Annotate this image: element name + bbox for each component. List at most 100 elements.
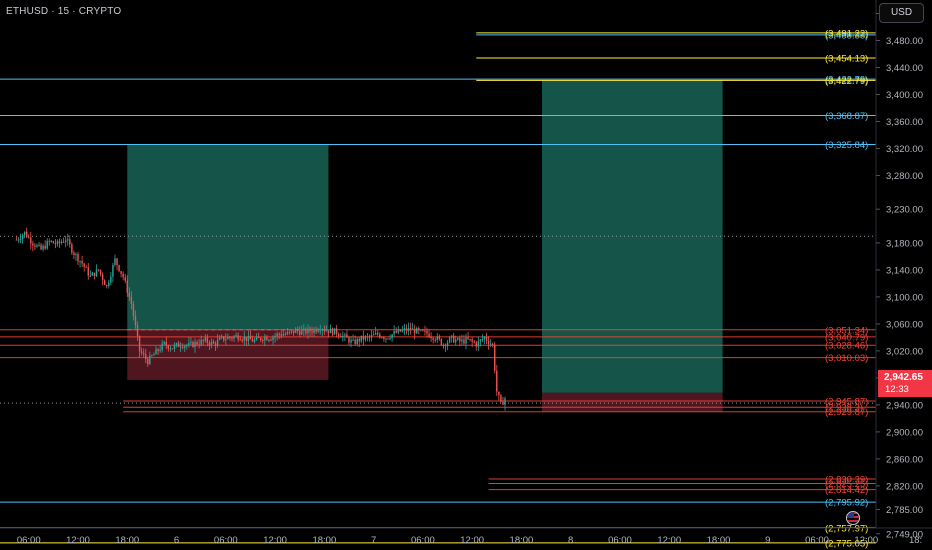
time-axis-label: 18:00 (312, 535, 336, 546)
candle-body (89, 275, 92, 277)
candle-body (284, 334, 287, 336)
candle-body (30, 237, 32, 244)
candle-body (459, 337, 461, 342)
candle-body (420, 329, 422, 331)
candle-body (333, 328, 336, 335)
symbol-title[interactable]: ETHUSD · 15 · CRYPTO (6, 6, 121, 17)
candle-body (196, 341, 198, 345)
candle-body (208, 342, 211, 346)
time-axis-label: 12:00 (460, 535, 484, 546)
long-position-stop-zone[interactable] (541, 392, 723, 412)
candle-body (407, 327, 410, 331)
candle-body (494, 344, 496, 371)
candle-body (165, 341, 168, 346)
candle-body (428, 333, 430, 338)
candle-body (416, 328, 418, 334)
candle-body (368, 336, 371, 338)
price-chart[interactable]: (3,488.33)(3,491.22)(3,454.13)(3,422.79)… (0, 0, 932, 550)
candle-body (108, 282, 110, 286)
price-axis-label: 3,180.00 (886, 238, 923, 249)
candle-body (21, 235, 24, 240)
level-label: (2,795.92) (825, 498, 868, 509)
candle-body (83, 263, 85, 267)
candle-body (360, 335, 363, 342)
candle-body (231, 337, 233, 339)
candle-body (307, 328, 309, 334)
candle-body (218, 337, 221, 340)
level-label: (3,325.84) (825, 140, 868, 151)
candle-body (315, 329, 317, 332)
candle-body (204, 337, 207, 341)
candle-body (467, 337, 469, 339)
candle-body (296, 329, 299, 332)
time-axis-label: 12:00 (854, 535, 878, 546)
candle-body (282, 334, 285, 336)
candle-body (171, 348, 174, 350)
time-axis-label: 06:00 (805, 535, 829, 546)
candle-body (262, 339, 264, 341)
candle-body (305, 328, 307, 334)
candle-body (95, 269, 98, 277)
candle-body (181, 346, 184, 348)
candle-body (491, 344, 494, 346)
candle-body (422, 329, 424, 331)
candle-body (442, 344, 445, 346)
time-axis-label: 12:00 (66, 535, 90, 546)
candle-body (381, 337, 383, 339)
candle-body (67, 239, 69, 241)
candle-body (200, 339, 202, 345)
candle-body (54, 243, 57, 245)
candle-body (147, 358, 149, 365)
candle-body (364, 336, 367, 340)
candle-body (167, 345, 170, 349)
time-axis-label: 12:00 (263, 535, 287, 546)
candle-body (331, 328, 334, 335)
candle-body (457, 337, 459, 340)
candle-body (120, 271, 122, 274)
us-flag-icon[interactable] (846, 511, 860, 525)
candle-body (149, 355, 151, 365)
candle-body (136, 325, 139, 336)
candle-body (194, 341, 196, 347)
candle-body (15, 239, 18, 241)
time-axis-label: 06:00 (17, 535, 41, 546)
candle-body (481, 339, 484, 341)
candle-body (233, 336, 235, 339)
candle-body (103, 280, 106, 286)
candle-body (496, 370, 498, 392)
candle-body (372, 334, 375, 336)
bar-countdown-label: 12:33 (885, 384, 909, 395)
candle-body (159, 350, 161, 352)
candle-body (500, 395, 502, 402)
candle-body (354, 339, 356, 345)
candle-body (214, 343, 217, 346)
candle-body (255, 336, 258, 340)
candle-body (405, 328, 408, 331)
candle-body (424, 330, 426, 332)
candle-body (321, 329, 324, 331)
candle-body (225, 339, 227, 341)
candle-body (128, 292, 131, 297)
price-axis-label: 2,820.00 (886, 481, 923, 492)
candle-body (290, 330, 293, 332)
candle-body (190, 341, 192, 343)
currency-button[interactable]: USD (879, 3, 924, 23)
candle-body (469, 338, 471, 340)
candle-body (50, 240, 53, 242)
level-label: (2,757.97) (825, 523, 868, 534)
candle-body (438, 336, 441, 340)
long-position-target-zone[interactable] (127, 144, 329, 330)
level-label: (2,929.87) (825, 407, 868, 418)
candle-body (114, 258, 116, 265)
candle-body (270, 339, 272, 341)
price-axis-label: 3,360.00 (886, 117, 923, 128)
candle-body (358, 338, 360, 342)
candle-body (452, 335, 455, 343)
candle-body (249, 335, 252, 340)
candle-body (85, 266, 87, 268)
price-axis-label: 3,060.00 (886, 319, 923, 330)
price-axis-label: 2,860.00 (886, 454, 923, 465)
time-axis-label: 6 (174, 535, 179, 546)
time-axis-label: 18:00 (510, 535, 534, 546)
candle-body (274, 336, 276, 338)
